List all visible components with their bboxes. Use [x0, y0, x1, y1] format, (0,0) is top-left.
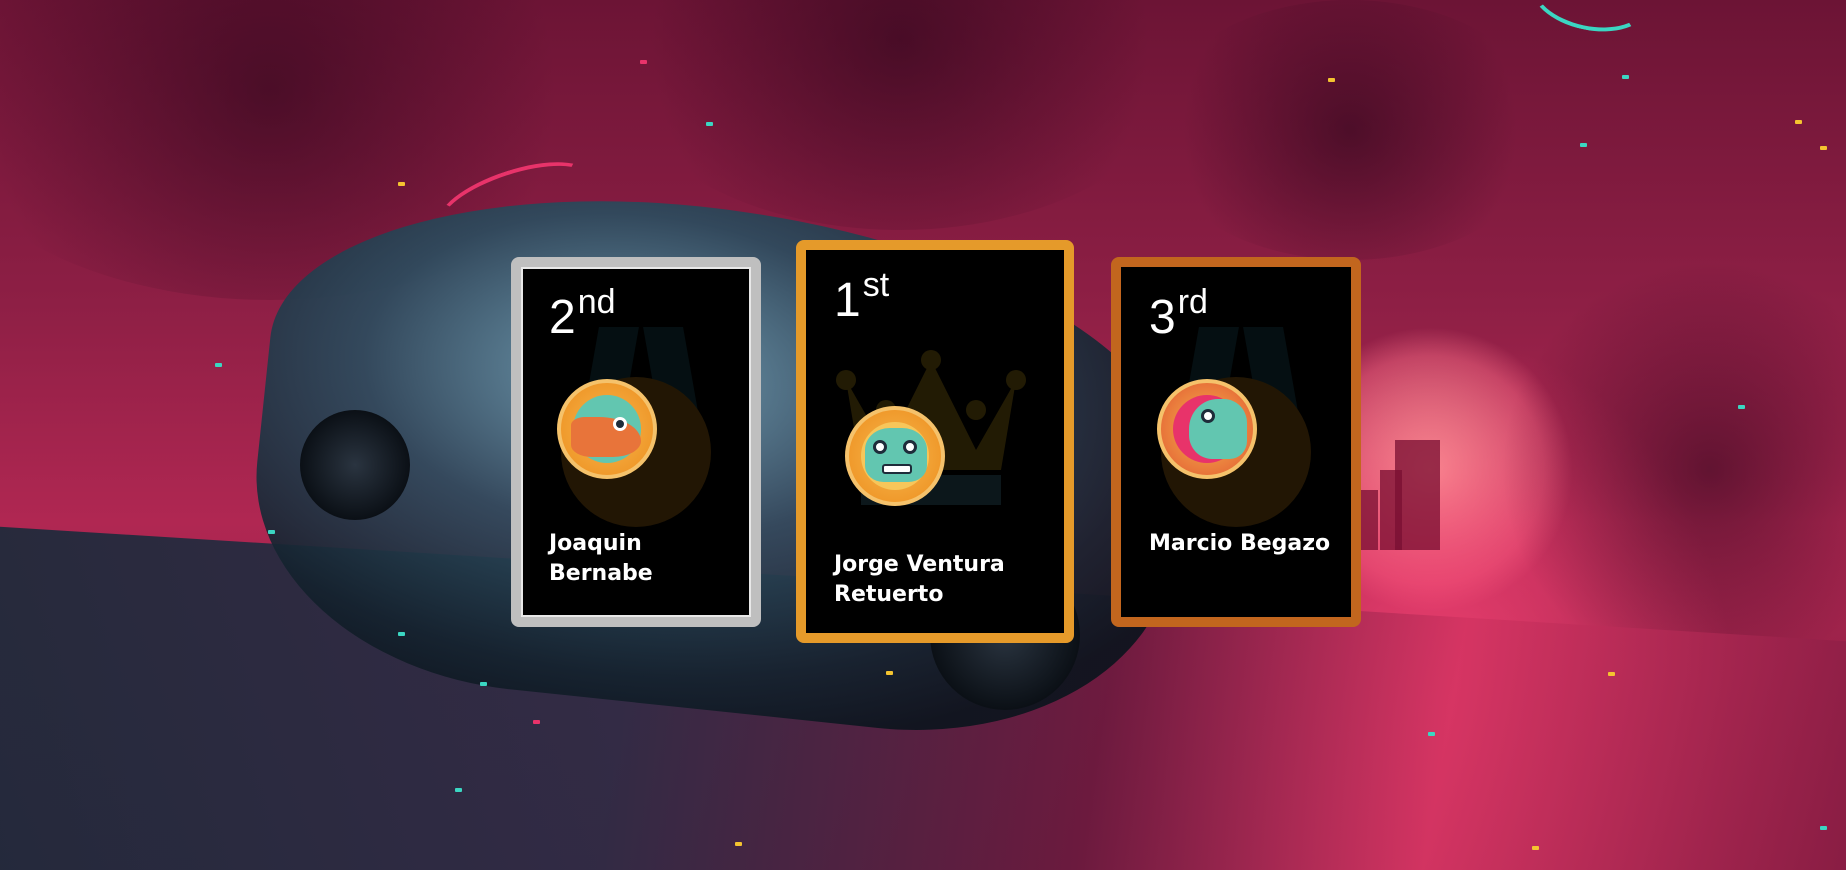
player-name: Joaquin Bernabe — [549, 531, 653, 586]
rank-label: 3rd — [1149, 283, 1208, 344]
rank-label: 2nd — [549, 283, 616, 344]
player-name: Marcio Begazo — [1149, 531, 1331, 556]
podium: 2nd Joaquin Bernabe 1st Jorge Ventura Re… — [0, 0, 1846, 870]
podium-card-second[interactable]: 2nd Joaquin Bernabe — [511, 257, 761, 627]
podium-card-third[interactable]: 3rd Marcio Begazo — [1111, 257, 1361, 627]
knight-bird-avatar-icon — [557, 379, 657, 479]
crab-robot-avatar-icon — [845, 406, 945, 506]
player-name: Jorge Ventura Retuerto — [834, 552, 1005, 607]
podium-card-first[interactable]: 1st Jorge Ventura Retuerto — [796, 240, 1074, 643]
rank-label: 1st — [834, 266, 890, 327]
dinosaur-avatar-icon — [1157, 379, 1257, 479]
